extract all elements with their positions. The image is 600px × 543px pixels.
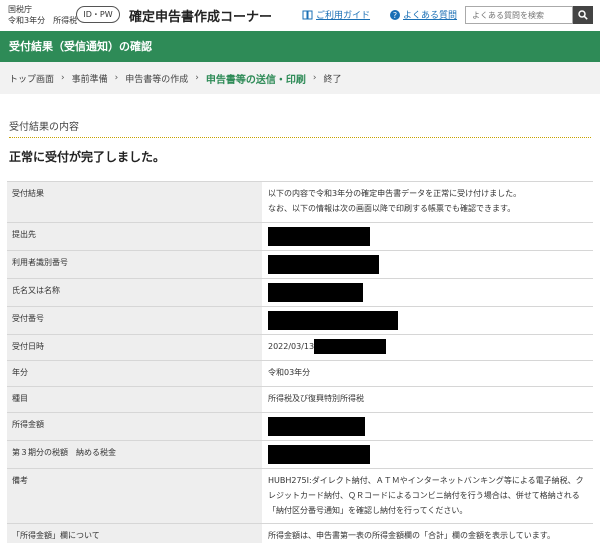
row-label: 氏名又は名称 [7, 278, 262, 307]
faq-link[interactable]: ? よくある質問 [390, 8, 457, 21]
chevron-right-icon: › [312, 73, 317, 83]
section-title: 受付結果の内容 [9, 122, 79, 133]
breadcrumb: トップ画面 › 事前準備 › 申告書等の作成 › 申告書等の送信・印刷 › 終了 [0, 62, 600, 94]
faq-link-label: よくある質問 [403, 11, 458, 21]
row-value [262, 278, 593, 307]
table-row: 受付結果 以下の内容で令和3年分の確定申告書データを正常に受け付けました。 なお… [7, 181, 593, 223]
agency-label: 国税庁 令和3年分 所得税 [8, 4, 77, 26]
row-value [262, 412, 593, 441]
question-circle-icon: ? [390, 9, 400, 20]
row-value: 2022/03/13 [262, 334, 593, 361]
completion-message: 正常に受付が完了しました。 [9, 150, 166, 164]
row-value: 令和03年分 [262, 360, 593, 387]
row-label: 「所得金額」欄について [7, 523, 262, 543]
row-value: 以下の内容で令和3年分の確定申告書データを正常に受け付けました。 なお、以下の情… [262, 181, 593, 223]
row-value: 所得金額は、申告書第一表の所得金額欄の「合計」欄の金額を表示しています。 [262, 523, 593, 543]
faq-search-input[interactable] [465, 6, 573, 24]
redaction-box [268, 311, 398, 330]
section-divider [9, 137, 591, 138]
table-row: 提出先 [7, 222, 593, 251]
row-value [262, 440, 593, 469]
breadcrumb-item-create: 申告書等の作成 [125, 74, 189, 85]
idpw-badge: ID・PW [76, 6, 120, 23]
row-label: 受付結果 [7, 181, 262, 223]
row-label: 種目 [7, 386, 262, 413]
top-header: 国税庁 令和3年分 所得税 ID・PW 確定申告書作成コーナー ご利用ガイド ?… [0, 0, 600, 31]
table-row: 「所得金額」欄について 所得金額は、申告書第一表の所得金額欄の「合計」欄の金額を… [7, 523, 593, 543]
table-row: 備考 HUBH275I:ダイレクト納付、ＡＴＭやインターネットバンキング等による… [7, 468, 593, 524]
row-value [262, 250, 593, 279]
table-row: 利用者識別番号 [7, 250, 593, 279]
redaction-box [268, 255, 379, 274]
page-title: 受付結果（受信通知）の確認 [0, 31, 600, 62]
redaction-box [268, 227, 370, 246]
table-row: 年分 令和03年分 [7, 360, 593, 387]
row-value [262, 306, 593, 335]
breadcrumb-item-top: トップ画面 [9, 74, 55, 85]
table-row: 所得金額 [7, 412, 593, 441]
row-value: HUBH275I:ダイレクト納付、ＡＴＭやインターネットバンキング等による電子納… [262, 468, 593, 524]
site-title: 確定申告書作成コーナー [129, 10, 273, 25]
breadcrumb-item-current: 申告書等の送信・印刷 [205, 74, 306, 86]
row-label: 提出先 [7, 222, 262, 251]
agency-name: 国税庁 [8, 5, 32, 14]
table-row: 第３期分の税額 納める税金 [7, 440, 593, 469]
search-icon [578, 10, 588, 20]
received-date: 2022/03/13 [268, 342, 315, 351]
row-label: 所得金額 [7, 412, 262, 441]
result-text-note: なお、以下の情報は次の画面以降で印刷する帳票でも確認できます。 [268, 204, 516, 213]
redaction-box [268, 283, 363, 302]
row-label: 第３期分の税額 納める税金 [7, 440, 262, 469]
table-row: 受付番号 [7, 306, 593, 335]
guide-link[interactable]: ご利用ガイド [302, 8, 370, 21]
breadcrumb-item-prep: 事前準備 [71, 74, 108, 85]
guide-link-label: ご利用ガイド [316, 11, 371, 21]
result-text: 以下の内容で令和3年分の確定申告書データを正常に受け付けました。 [268, 189, 522, 198]
breadcrumb-item-end: 終了 [323, 74, 342, 85]
chevron-right-icon: › [114, 73, 119, 83]
redaction-box [268, 417, 365, 436]
book-icon [302, 10, 313, 19]
redaction-box [268, 445, 370, 464]
result-table: 受付結果 以下の内容で令和3年分の確定申告書データを正常に受け付けました。 なお… [7, 181, 593, 543]
chevron-right-icon: › [195, 73, 199, 83]
row-value [262, 222, 593, 251]
row-label: 備考 [7, 468, 262, 524]
row-label: 受付番号 [7, 306, 262, 335]
chevron-right-icon: › [61, 73, 65, 83]
search-button[interactable] [573, 6, 593, 24]
row-label: 受付日時 [7, 334, 262, 361]
row-label: 年分 [7, 360, 262, 387]
redaction-box [314, 339, 387, 354]
table-row: 氏名又は名称 [7, 278, 593, 307]
row-value: 所得税及び復興特別所得税 [262, 386, 593, 413]
svg-text:?: ? [393, 11, 397, 20]
table-row: 受付日時 2022/03/13 [7, 334, 593, 361]
table-row: 種目 所得税及び復興特別所得税 [7, 386, 593, 413]
row-label: 利用者識別番号 [7, 250, 262, 279]
tax-year-label: 令和3年分 所得税 [8, 16, 78, 25]
